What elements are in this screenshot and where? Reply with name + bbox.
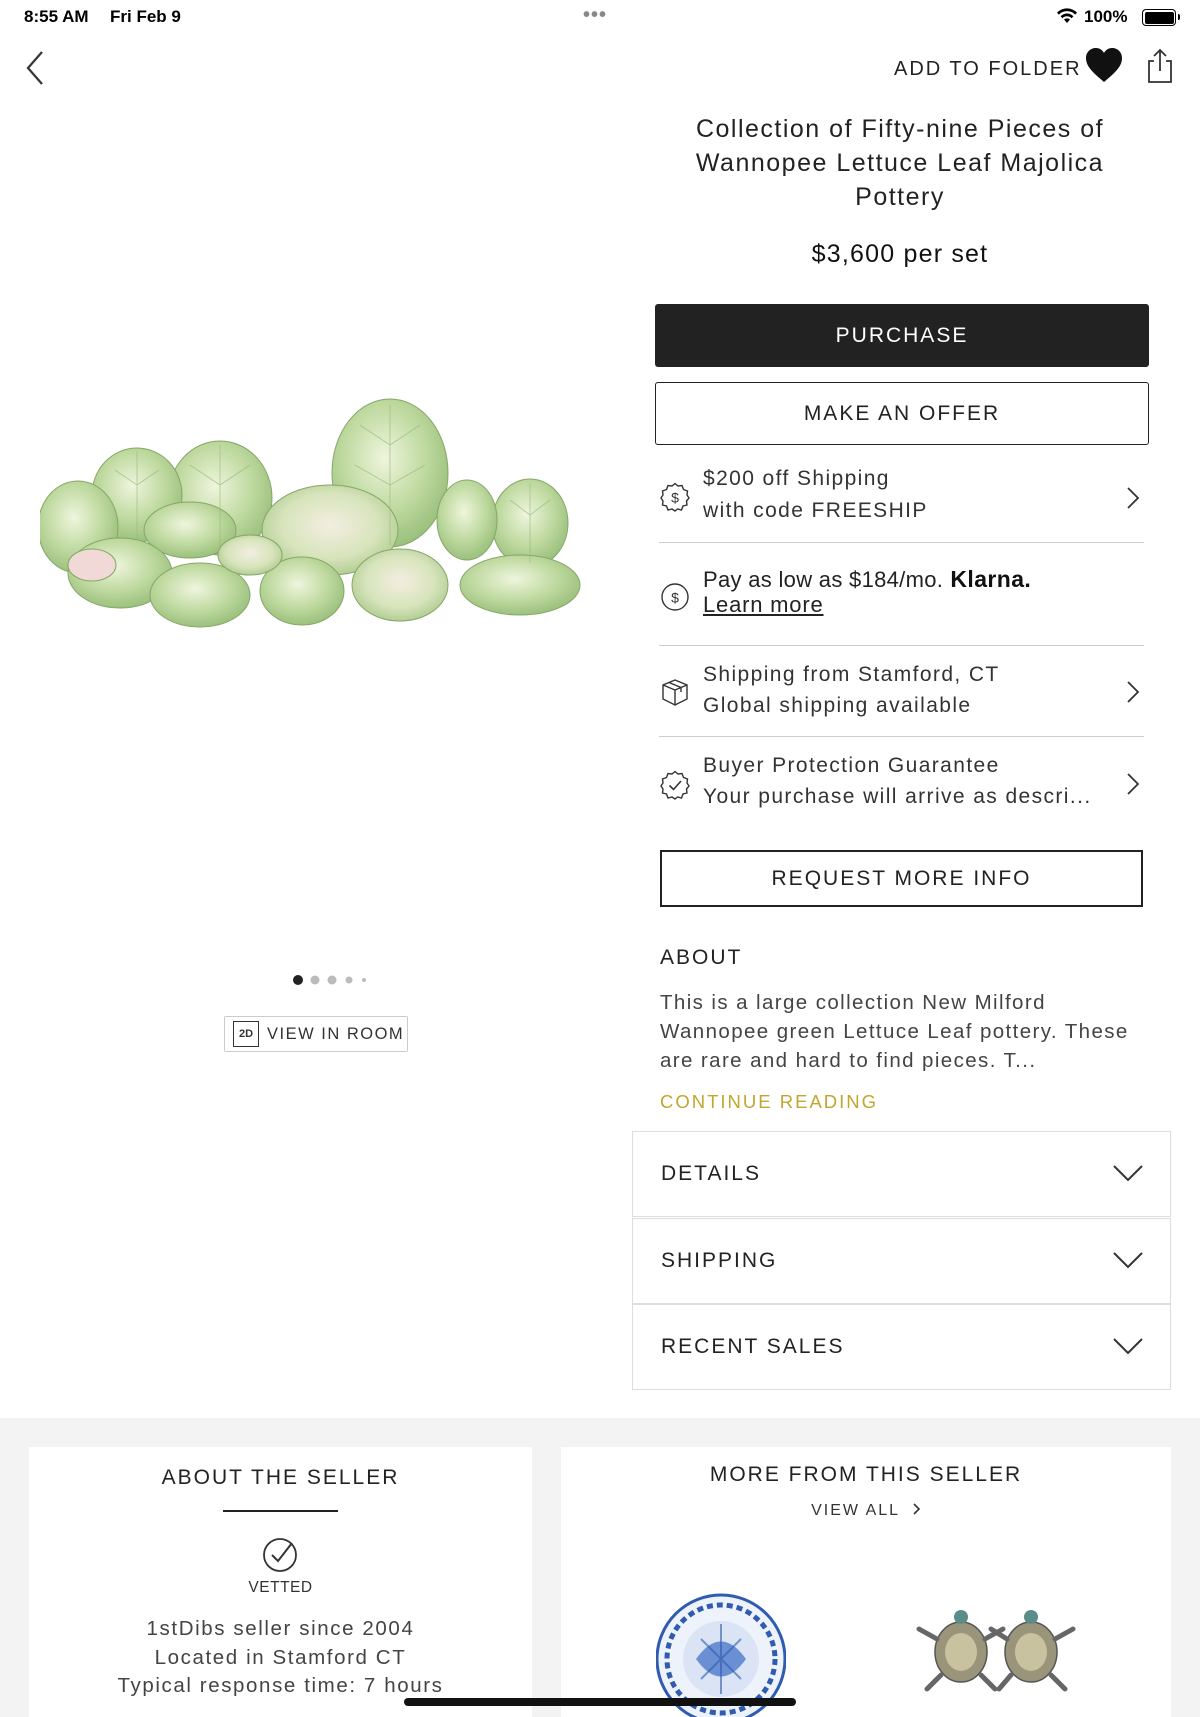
shipping-discount-code: with code FREESHIP <box>703 499 928 522</box>
shipping-from-row[interactable]: Shipping from Stamford, CT Global shippi… <box>659 647 1144 737</box>
shipping-discount-title: $200 off Shipping <box>703 467 890 490</box>
multitasking-dots[interactable]: ••• <box>583 4 607 27</box>
continue-reading-link[interactable]: CONTINUE READING <box>660 1091 878 1113</box>
status-time: 8:55 AM <box>24 7 89 26</box>
klarna-logo: Klarna. <box>950 566 1032 592</box>
purchase-button[interactable]: PURCHASE <box>655 304 1149 367</box>
vetted-check-icon <box>263 1538 297 1572</box>
chevron-down-icon <box>1113 1338 1143 1355</box>
shipping-from-location: Shipping from Stamford, CT <box>703 663 1000 686</box>
recent-sales-label: RECENT SALES <box>661 1335 845 1358</box>
svg-text:$: $ <box>671 490 679 506</box>
home-indicator[interactable] <box>404 1698 796 1706</box>
shipping-global: Global shipping available <box>703 694 972 717</box>
blue-plate-thumbnail[interactable] <box>656 1569 786 1717</box>
battery-icon <box>1142 9 1180 26</box>
view-in-room-label: VIEW IN ROOM <box>267 1024 405 1043</box>
product-title: Collection of Fifty-nine Pieces of Wanno… <box>695 115 1105 211</box>
klarna-learn-more-link[interactable]: Learn more <box>703 589 824 620</box>
turtle-figurines-thumbnail[interactable] <box>911 1607 1081 1697</box>
product-price: $3,600 per set <box>811 240 989 268</box>
buyer-protection-desc: Your purchase will arrive as descri... <box>703 785 1092 808</box>
back-chevron-icon[interactable] <box>22 48 48 88</box>
details-accordion[interactable]: DETAILS <box>632 1131 1171 1217</box>
recent-sales-accordion[interactable]: RECENT SALES <box>632 1304 1171 1390</box>
chevron-right-icon <box>1127 487 1140 509</box>
buyer-protection-row[interactable]: Buyer Protection Guarantee Your purchase… <box>659 738 1144 822</box>
wifi-icon <box>1057 8 1077 23</box>
chevron-right-icon <box>1127 681 1140 703</box>
details-label: DETAILS <box>661 1162 761 1185</box>
seller-since: 1stDibs seller since 2004 <box>146 1617 415 1640</box>
status-date: Fri Feb 9 <box>110 7 181 26</box>
chevron-right-icon <box>1127 773 1140 795</box>
check-badge-icon <box>660 770 690 800</box>
view-in-room-button[interactable]: 2D VIEW IN ROOM <box>224 1016 408 1052</box>
more-from-seller-title: MORE FROM THIS SELLER <box>709 1463 1023 1486</box>
chevron-down-icon <box>1113 1252 1143 1269</box>
package-icon <box>662 679 688 706</box>
view-all-label: VIEW ALL <box>811 1502 900 1519</box>
share-icon[interactable] <box>1145 48 1175 84</box>
svg-text:$: $ <box>671 590 679 606</box>
about-text: This is a large collection New Milford W… <box>660 991 1129 1072</box>
seller-location: Located in Stamford CT <box>154 1645 407 1669</box>
image-pagination-dots[interactable] <box>290 974 370 986</box>
seller-divider <box>223 1510 338 1512</box>
product-image[interactable] <box>40 395 592 667</box>
2d-badge-icon: 2D <box>233 1021 259 1047</box>
chevron-down-icon <box>1113 1165 1143 1182</box>
status-bar: 8:55 AM Fri Feb 9 ••• 100% <box>0 0 1200 34</box>
buyer-protection-title: Buyer Protection Guarantee <box>703 754 1000 777</box>
shipping-accordion[interactable]: SHIPPING <box>632 1218 1171 1304</box>
about-heading: ABOUT <box>660 946 743 969</box>
seller-response-time: Typical response time: 7 hours <box>117 1674 444 1697</box>
about-seller-card: ABOUT THE SELLER VETTED 1stDibs seller s… <box>29 1447 532 1717</box>
about-seller-title: ABOUT THE SELLER <box>161 1466 400 1489</box>
shipping-discount-row[interactable]: $ $200 off Shipping with code FREESHIP <box>659 456 1144 543</box>
request-more-info-button[interactable]: REQUEST MORE INFO <box>660 850 1143 907</box>
view-all-link[interactable]: VIEW ALL <box>561 1502 1171 1520</box>
vetted-label: VETTED <box>248 1579 313 1596</box>
dollar-circle-icon: $ <box>661 583 689 611</box>
add-to-folder-button[interactable]: ADD TO FOLDER <box>894 58 1082 81</box>
dollar-badge-icon: $ <box>660 482 690 512</box>
shipping-label: SHIPPING <box>661 1249 778 1272</box>
klarna-row: $ Pay as low as $184/mo. Klarna. Learn m… <box>659 544 1144 646</box>
make-offer-button[interactable]: MAKE AN OFFER <box>655 382 1149 445</box>
more-from-seller-card: MORE FROM THIS SELLER VIEW ALL <box>561 1447 1171 1717</box>
battery-percent: 100% <box>1084 7 1128 26</box>
heart-icon[interactable] <box>1084 46 1124 84</box>
chevron-right-icon <box>913 1503 921 1515</box>
